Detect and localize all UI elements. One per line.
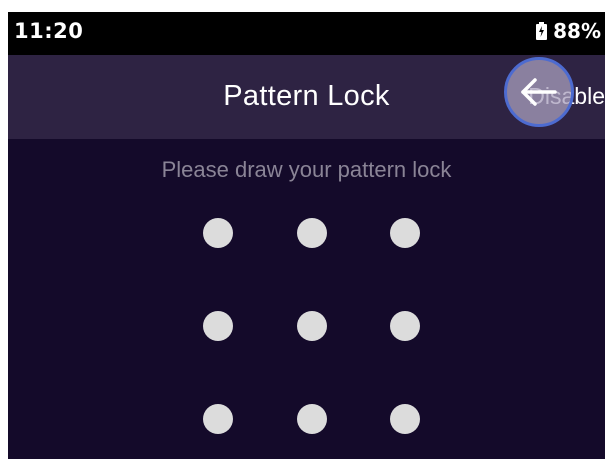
phone-screen: 11:20 88% Pattern Lock Disable Please dr… (8, 12, 605, 459)
pattern-dot-3[interactable] (390, 218, 420, 248)
status-time: 11:20 (14, 19, 84, 43)
battery-charging-icon (536, 22, 548, 40)
pattern-dot-2[interactable] (297, 218, 327, 248)
pattern-dot-1[interactable] (203, 218, 233, 248)
pattern-dot-5[interactable] (297, 311, 327, 341)
status-bar: 11:20 88% (8, 12, 605, 55)
back-arrow-icon[interactable] (504, 57, 574, 127)
pattern-dot-8[interactable] (297, 404, 327, 434)
status-right: 88% (536, 19, 601, 43)
pattern-dot-9[interactable] (390, 404, 420, 434)
battery-percent: 88% (553, 19, 601, 43)
pattern-dot-7[interactable] (203, 404, 233, 434)
pattern-dot-6[interactable] (390, 311, 420, 341)
pattern-dot-4[interactable] (203, 311, 233, 341)
pattern-grid[interactable] (8, 139, 605, 459)
